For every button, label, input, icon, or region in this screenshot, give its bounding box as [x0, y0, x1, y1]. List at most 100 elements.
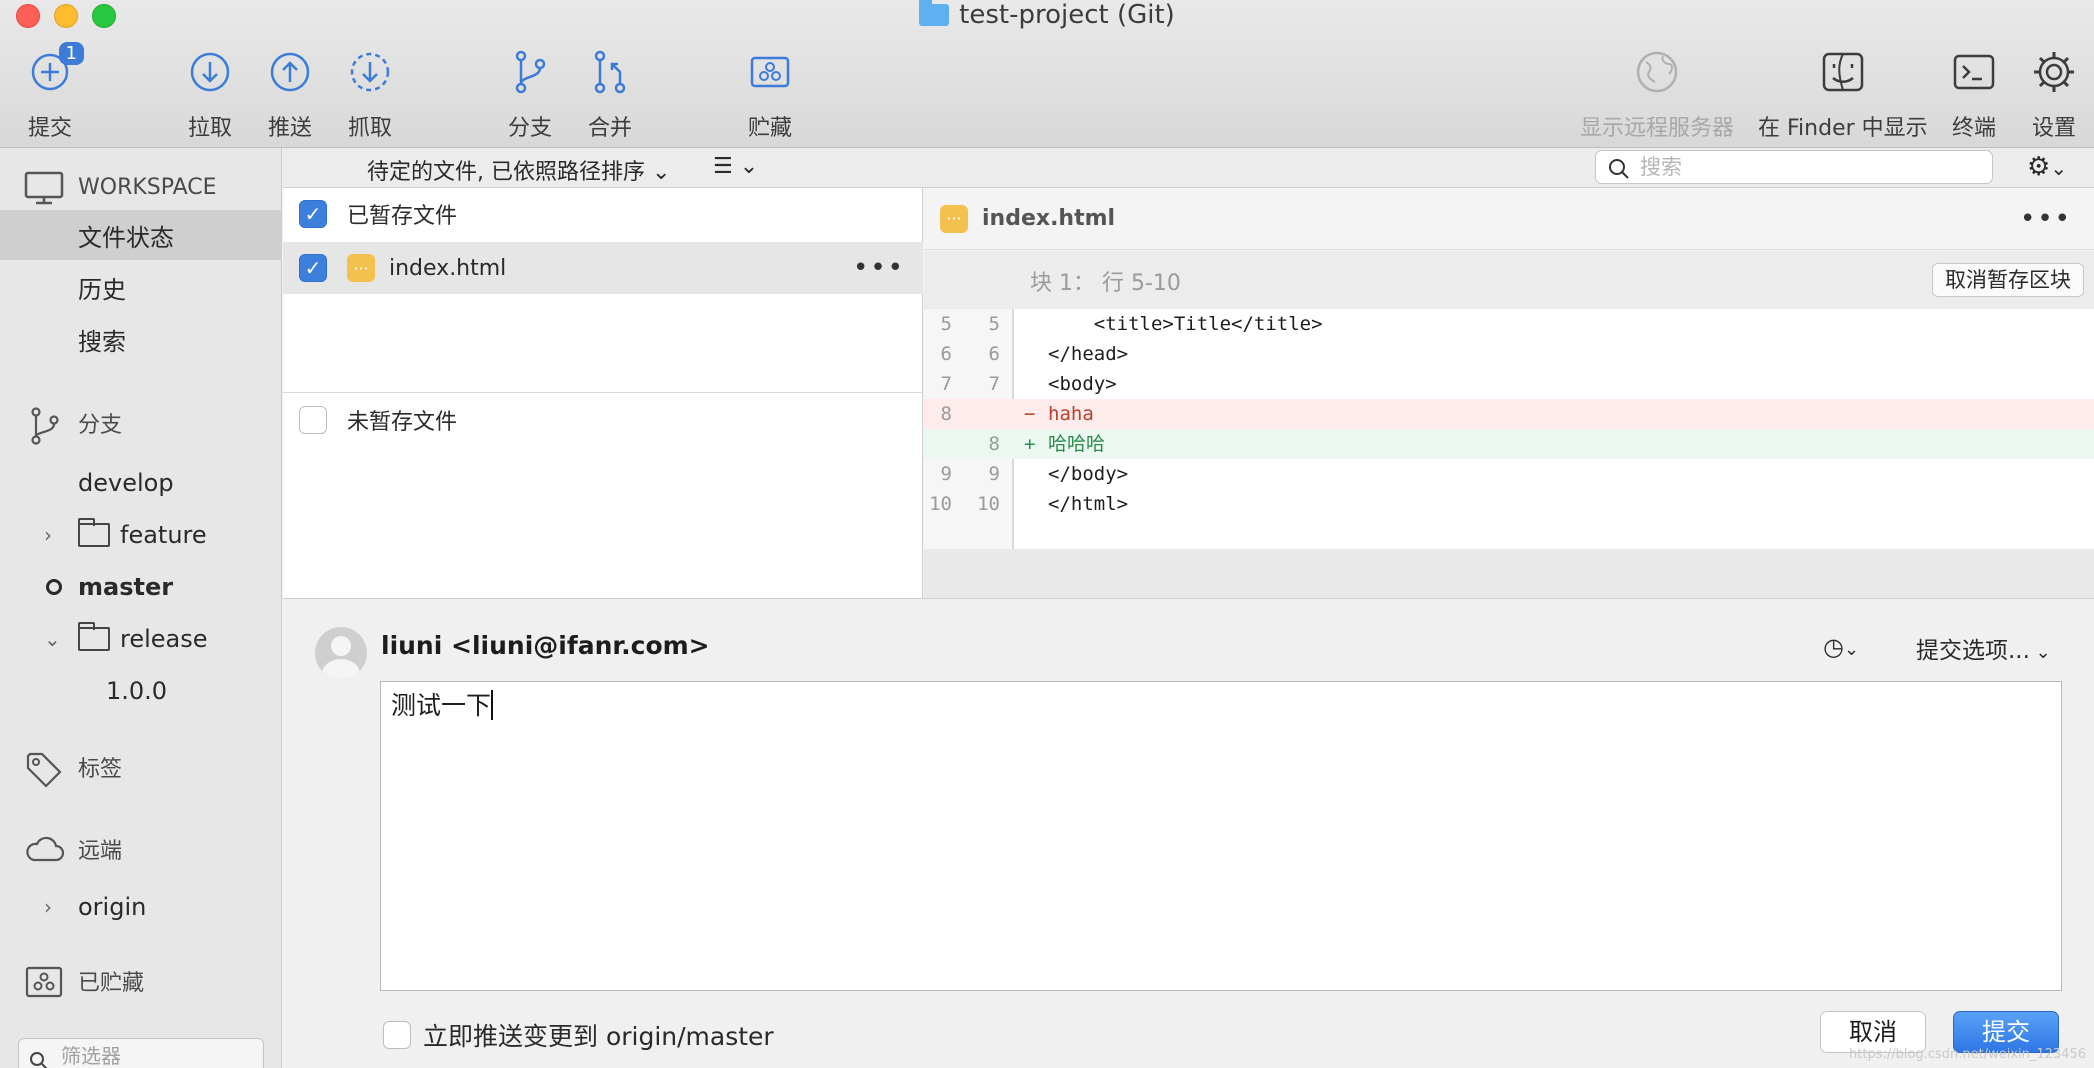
diff-line-context[interactable]: 6 6 </head> [924, 339, 2094, 369]
show-remote-button[interactable]: 显示远程服务器 [1580, 48, 1734, 142]
pull-label: 拉取 [187, 116, 232, 141]
new-line-number: 8 [988, 433, 1000, 455]
old-line-number: 5 [940, 313, 952, 335]
chevron-down-icon: ⌄ [652, 160, 671, 185]
merge-label: 合并 [587, 116, 632, 141]
sidebar-filter-input[interactable]: 筛选器 [18, 1038, 264, 1068]
clock-icon: ◷ [1823, 633, 1844, 661]
commit-options-dropdown[interactable]: 提交选项... ⌄ [1916, 631, 2051, 665]
fetch-icon [346, 48, 394, 96]
staged-all-checkbox[interactable]: ✓ [299, 200, 327, 228]
push-immediately-checkbox[interactable] [383, 1021, 411, 1049]
sidebar-item-branch-develop[interactable]: develop [0, 458, 282, 508]
current-branch-icon [46, 579, 62, 595]
diff-line-context[interactable]: 7 7 <body> [924, 369, 2094, 399]
search-placeholder: 搜索 [1640, 155, 1682, 179]
terminal-button[interactable]: 终端 [1950, 48, 1998, 142]
staged-files-header: ✓ 已暂存文件 [283, 188, 923, 240]
sidebar-item-file-status[interactable]: 文件状态 [0, 210, 282, 260]
diff-line-context[interactable]: 5 5 <title>Title</title> [924, 309, 2094, 339]
arrow-down-circle-icon [186, 48, 234, 96]
file-checkbox[interactable]: ✓ [299, 254, 327, 282]
window-title-text: test-project (Git) [959, 0, 1175, 30]
diff-line-removed[interactable]: 8 − haha [924, 399, 2094, 429]
terminal-icon [1950, 48, 1998, 96]
view-mode-dropdown[interactable]: ☰ ⌄ [713, 154, 758, 179]
branch-button[interactable]: 分支 [506, 48, 554, 142]
sidebar-section-branches[interactable]: 分支 [0, 400, 282, 446]
settings-button[interactable]: 设置 [2030, 48, 2078, 142]
pull-button[interactable]: 拉取 [186, 48, 234, 142]
show-in-finder-label: 在 Finder 中显示 [1758, 116, 1928, 141]
more-options-icon[interactable]: ••• [853, 253, 905, 283]
divider [283, 392, 923, 393]
unstaged-files-label: 未暂存文件 [347, 410, 458, 435]
fetch-label: 抓取 [347, 116, 392, 141]
unstage-hunk-button[interactable]: 取消暂存区块 [1932, 263, 2084, 297]
modified-file-icon: ··· [347, 254, 375, 282]
sidebar: WORKSPACE 文件状态 历史 搜索 分支 develop › featur… [0, 148, 282, 1068]
old-line-number: 8 [940, 403, 952, 425]
sidebar-section-stashes[interactable]: 已贮藏 [0, 958, 282, 1004]
code-text: haha [1048, 403, 1094, 425]
folder-icon [78, 622, 110, 651]
commit-area: liuni <liuni@ifanr.com> ◷⌄ 提交选项... ⌄ 测试一… [283, 598, 2094, 1068]
tag-icon [24, 750, 64, 788]
finder-icon [1819, 48, 1867, 96]
sidebar-item-branch-master[interactable]: master [0, 562, 282, 612]
push-label: 推送 [267, 116, 312, 141]
search-input[interactable]: 搜索 [1595, 150, 1993, 184]
folder-icon [78, 518, 110, 547]
diff-line-context[interactable]: 10 10 </html> [924, 489, 2094, 519]
sidebar-section-remotes[interactable]: 远端 [0, 826, 282, 872]
unstaged-all-checkbox[interactable] [299, 406, 327, 434]
arrow-up-circle-icon [266, 48, 314, 96]
chevron-right-icon[interactable]: › [44, 895, 52, 919]
diff-line-added[interactable]: 8 + 哈哈哈 [924, 429, 2094, 459]
chevron-right-icon[interactable]: › [44, 523, 52, 547]
chevron-down-icon[interactable]: ⌄ [44, 627, 61, 651]
sidebar-item-remote-origin[interactable]: › origin [0, 882, 282, 932]
push-immediately-option[interactable]: 立即推送变更到 origin/master [383, 1017, 774, 1053]
hunk-header: 块 1： 行 5-10 取消暂存区块 [924, 251, 2094, 309]
sidebar-item-history[interactable]: 历史 [0, 262, 282, 312]
branches-label: 分支 [78, 413, 123, 438]
fetch-button[interactable]: 抓取 [346, 48, 394, 142]
file-row[interactable]: ✓ ··· index.html ••• [283, 242, 923, 294]
more-options-icon[interactable]: ••• [2020, 204, 2072, 234]
diff-sign: − [1024, 403, 1036, 425]
stash-icon [746, 48, 794, 96]
commit-message-text: 测试一下 [391, 691, 492, 720]
push-button[interactable]: 推送 [266, 48, 314, 142]
sidebar-item-search[interactable]: 搜索 [0, 314, 282, 364]
search-icon [29, 1047, 49, 1068]
sidebar-item-branch-release-1-0-0[interactable]: 1.0.0 [0, 666, 282, 716]
diff-panel: ··· index.html ••• 块 1： 行 5-10 取消暂存区块 55… [924, 188, 2094, 598]
text-cursor [491, 690, 494, 720]
sidebar-section-tags[interactable]: 标签 [0, 744, 282, 790]
commit-toolbar-button[interactable]: 1 提交 [26, 42, 84, 142]
diff-line-context[interactable]: 9 9 </body> [924, 459, 2094, 489]
stash-button[interactable]: 贮藏 [746, 48, 794, 142]
file-options-dropdown[interactable]: ⚙⌄ [2027, 152, 2067, 182]
history-dropdown[interactable]: ◷⌄ [1823, 633, 1859, 661]
old-line-number: 9 [940, 463, 952, 485]
commit-message-input[interactable]: 测试一下 [380, 681, 2062, 991]
new-line-number: 7 [988, 373, 1000, 395]
sidebar-item-label: origin [78, 893, 147, 921]
sidebar-item-branch-feature[interactable]: › feature [0, 510, 282, 560]
workspace-label: WORKSPACE [78, 174, 217, 200]
old-line-number: 7 [940, 373, 952, 395]
sidebar-item-branch-release[interactable]: ⌄ release [0, 614, 282, 664]
search-icon [1608, 157, 1630, 179]
sort-dropdown[interactable]: 待定的文件, 已依照路径排序 ⌄ [367, 154, 670, 186]
stashes-label: 已贮藏 [78, 971, 145, 996]
sidebar-item-label: develop [78, 469, 174, 497]
sidebar-item-label: feature [120, 521, 207, 549]
show-in-finder-button[interactable]: 在 Finder 中显示 [1758, 48, 1928, 142]
merge-button[interactable]: 合并 [586, 48, 634, 142]
show-remote-label: 显示远程服务器 [1580, 116, 1735, 141]
sidebar-item-label: 历史 [78, 275, 126, 304]
sidebar-item-label: master [78, 573, 174, 601]
new-line-number: 5 [988, 313, 1000, 335]
